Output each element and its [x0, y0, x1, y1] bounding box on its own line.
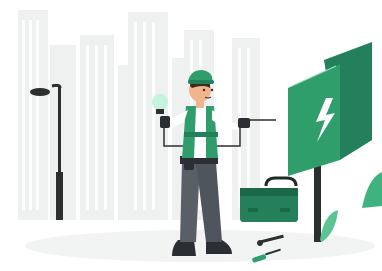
- illustration-canvas: [18, 10, 382, 263]
- electrician-scene: [0, 0, 382, 271]
- electrical-panel-icon: [288, 42, 372, 242]
- city-skyline: [18, 10, 260, 220]
- leaf-plant-icon: [320, 172, 382, 242]
